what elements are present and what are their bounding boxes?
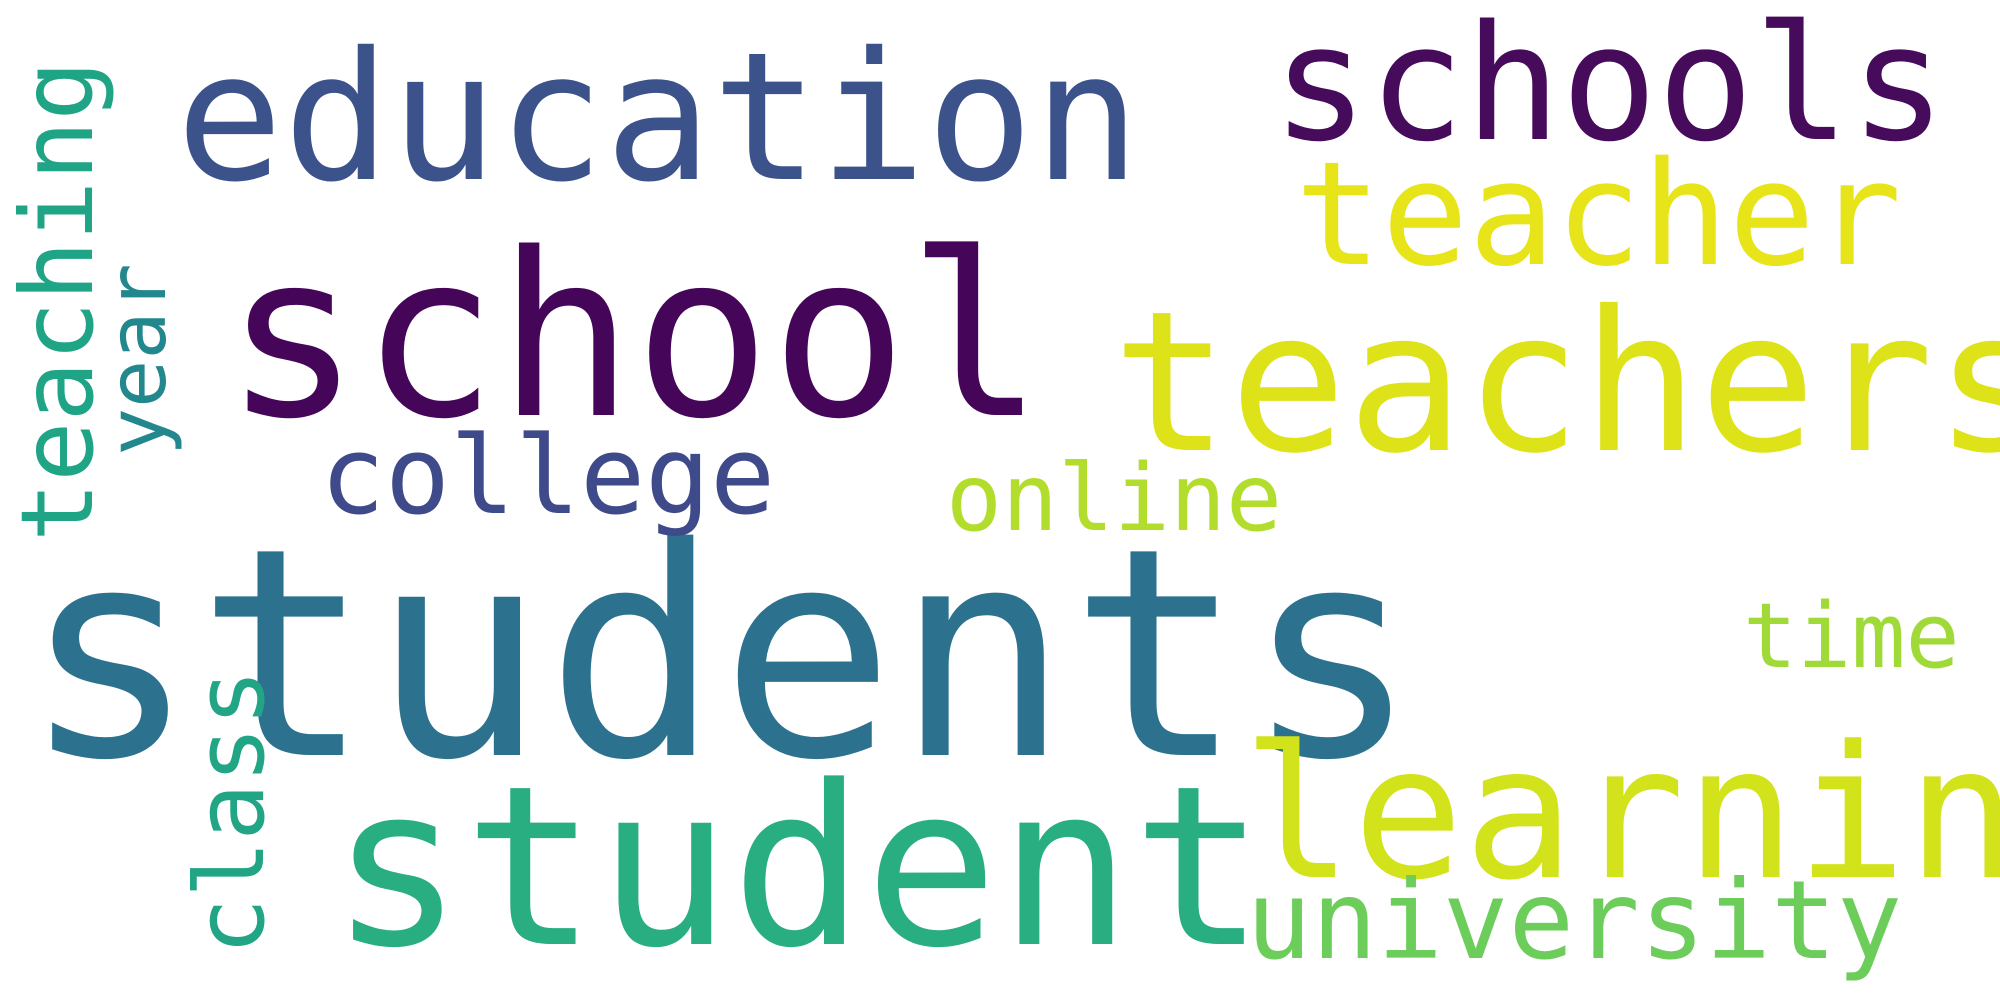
word-year: year [91, 263, 184, 456]
word-student: student [330, 739, 1266, 997]
word-university: university [1246, 857, 1902, 984]
word-class: class [176, 669, 286, 955]
word-college: college [320, 414, 775, 539]
word-online: online [946, 444, 1282, 552]
word-time: time [1743, 584, 1960, 689]
word-education: education [176, 14, 1141, 221]
word-cloud: students school education schools teache… [0, 0, 2000, 1000]
